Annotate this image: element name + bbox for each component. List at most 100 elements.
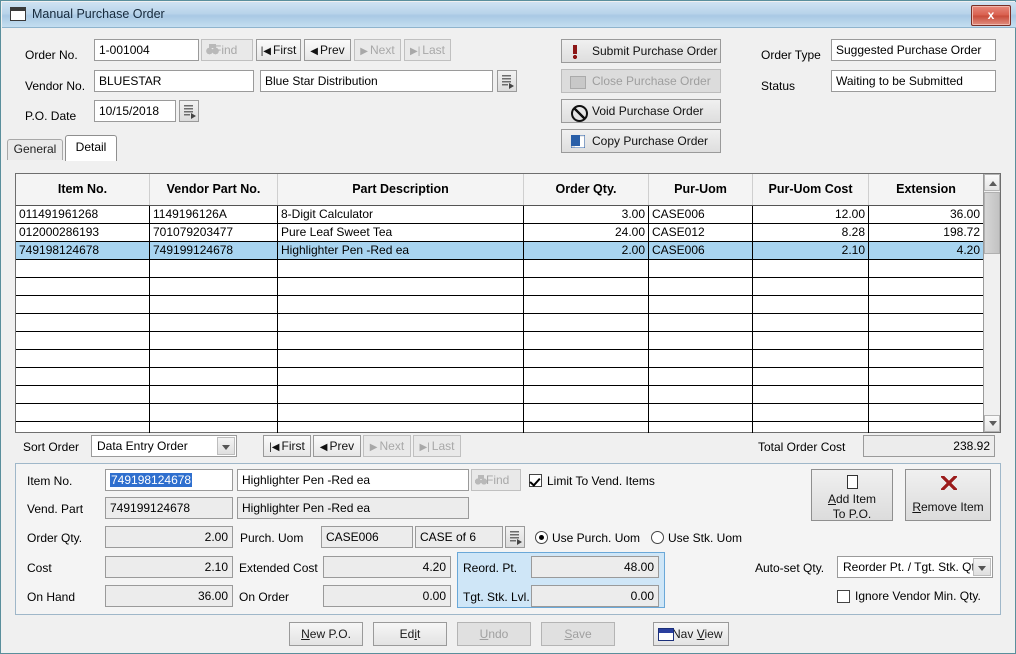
table-cell-order-qty[interactable] [524,422,649,433]
header-nav-next[interactable]: ▶ Next [354,39,401,61]
grid-col-vendor-part-no[interactable]: Vendor Part No. [150,174,278,205]
table-cell-vendor-part-no[interactable] [150,368,278,385]
table-cell-pur-uom-cost[interactable] [753,386,869,403]
table-cell-order-qty[interactable] [524,404,649,421]
add-item-to-po-button[interactable]: Add Item To P.O. [811,469,893,521]
table-cell-pur-uom[interactable] [649,332,753,349]
remove-item-button[interactable]: Remove Item [905,469,991,521]
table-cell-part-description[interactable] [278,296,524,313]
table-cell-item-no[interactable] [16,404,150,421]
table-cell-pur-uom-cost[interactable]: 8.28 [753,224,869,241]
table-cell-vendor-part-no[interactable]: 749199124678 [150,242,278,259]
table-row[interactable] [16,422,1000,433]
table-cell-extension[interactable] [869,404,983,421]
scroll-down-icon[interactable] [984,415,1000,432]
table-cell-extension[interactable] [869,422,983,433]
edit-button[interactable]: Edit [373,622,447,646]
use-stk-uom-radio[interactable] [651,531,664,544]
table-cell-vendor-part-no[interactable]: 1149196126A [150,206,278,223]
detail-item-no-input[interactable]: 749198124678 [105,469,233,491]
table-cell-pur-uom-cost[interactable]: 12.00 [753,206,869,223]
table-cell-pur-uom[interactable] [649,422,753,433]
table-cell-vendor-part-no[interactable] [150,404,278,421]
table-cell-extension[interactable] [869,368,983,385]
table-cell-extension[interactable]: 198.72 [869,224,983,241]
table-cell-order-qty[interactable] [524,386,649,403]
table-row[interactable]: 749198124678 749199124678 Highlighter Pen … [16,242,1000,260]
table-cell-vendor-part-no[interactable] [150,260,278,277]
header-nav-last[interactable]: ▶| Last [404,39,451,61]
header-nav-prev[interactable]: ◀ Prev [304,39,351,61]
table-cell-order-qty[interactable]: 2.00 [524,242,649,259]
table-cell-pur-uom[interactable]: CASE012 [649,224,753,241]
table-cell-pur-uom[interactable] [649,260,753,277]
grid-col-pur-uom-cost[interactable]: Pur-Uom Cost [753,174,869,205]
header-nav-first[interactable]: |◀ First [256,39,301,61]
table-cell-item-no[interactable] [16,260,150,277]
submit-purchase-order-button[interactable]: Submit Purchase Order [561,39,721,63]
table-cell-part-description[interactable] [278,278,524,295]
table-cell-pur-uom-cost[interactable] [753,422,869,433]
table-row[interactable] [16,386,1000,404]
table-cell-pur-uom-cost[interactable] [753,404,869,421]
table-cell-vendor-part-no[interactable] [150,350,278,367]
auto-set-qty-select[interactable]: Reorder Pt. / Tgt. Stk. Qty. [837,556,993,578]
table-cell-vendor-part-no[interactable] [150,422,278,433]
table-cell-pur-uom[interactable] [649,296,753,313]
table-cell-pur-uom[interactable] [649,368,753,385]
save-button[interactable]: Save [541,622,615,646]
table-cell-extension[interactable] [869,278,983,295]
vendor-no-input[interactable]: BLUESTAR [94,70,254,92]
calendar-icon[interactable] [179,100,199,122]
table-cell-item-no[interactable] [16,314,150,331]
table-cell-extension[interactable] [869,296,983,313]
new-po-button[interactable]: New P.O. [289,622,363,646]
limit-to-vend-items-checkbox[interactable] [529,474,542,487]
table-cell-item-no[interactable] [16,422,150,433]
table-cell-vendor-part-no[interactable] [150,314,278,331]
table-cell-item-no[interactable]: 749198124678 [16,242,150,259]
detail-order-qty-input[interactable]: 2.00 [105,526,233,548]
table-cell-vendor-part-no[interactable]: 701079203477 [150,224,278,241]
table-cell-pur-uom-cost[interactable] [753,314,869,331]
table-cell-pur-uom[interactable]: CASE006 [649,206,753,223]
close-purchase-order-button[interactable]: Close Purchase Order [561,69,721,93]
detail-cost-input[interactable]: 2.10 [105,556,233,578]
table-row[interactable] [16,350,1000,368]
grid-col-pur-uom[interactable]: Pur-Uom [649,174,753,205]
grid-vertical-scrollbar[interactable] [983,174,1000,432]
table-cell-extension[interactable] [869,314,983,331]
table-cell-vendor-part-no[interactable] [150,386,278,403]
table-row[interactable] [16,278,1000,296]
ignore-vendor-min-qty-checkbox[interactable] [837,590,850,603]
void-purchase-order-button[interactable]: Void Purchase Order [561,99,721,123]
grid-col-order-qty[interactable]: Order Qty. [524,174,649,205]
table-cell-pur-uom[interactable] [649,386,753,403]
uom-lookup-icon[interactable] [505,526,525,548]
table-cell-extension[interactable] [869,260,983,277]
table-cell-part-description[interactable]: 8-Digit Calculator [278,206,524,223]
table-row[interactable] [16,332,1000,350]
undo-button[interactable]: Undo [457,622,531,646]
table-cell-pur-uom[interactable] [649,404,753,421]
table-cell-item-no[interactable]: 012000286193 [16,224,150,241]
table-cell-part-description[interactable] [278,368,524,385]
use-purch-uom-radio[interactable] [535,531,548,544]
table-row[interactable]: 012000286193 701079203477 Pure Leaf Sweet … [16,224,1000,242]
table-cell-pur-uom-cost[interactable] [753,296,869,313]
grid-col-extension[interactable]: Extension [869,174,983,205]
header-find-button[interactable]: Find [201,39,253,61]
table-cell-extension[interactable]: 4.20 [869,242,983,259]
table-cell-part-description[interactable]: Highlighter Pen -Red ea [278,242,524,259]
table-row[interactable] [16,404,1000,422]
table-cell-pur-uom[interactable] [649,350,753,367]
table-row[interactable] [16,260,1000,278]
nav-view-button[interactable]: Nav View [653,622,729,646]
table-cell-part-description[interactable] [278,386,524,403]
detail-find-button[interactable]: Find [471,469,521,491]
table-cell-pur-uom-cost[interactable]: 2.10 [753,242,869,259]
table-cell-item-no[interactable]: 011491961268 [16,206,150,223]
tab-detail[interactable]: Detail [65,135,117,161]
table-cell-pur-uom-cost[interactable] [753,368,869,385]
table-cell-order-qty[interactable] [524,278,649,295]
